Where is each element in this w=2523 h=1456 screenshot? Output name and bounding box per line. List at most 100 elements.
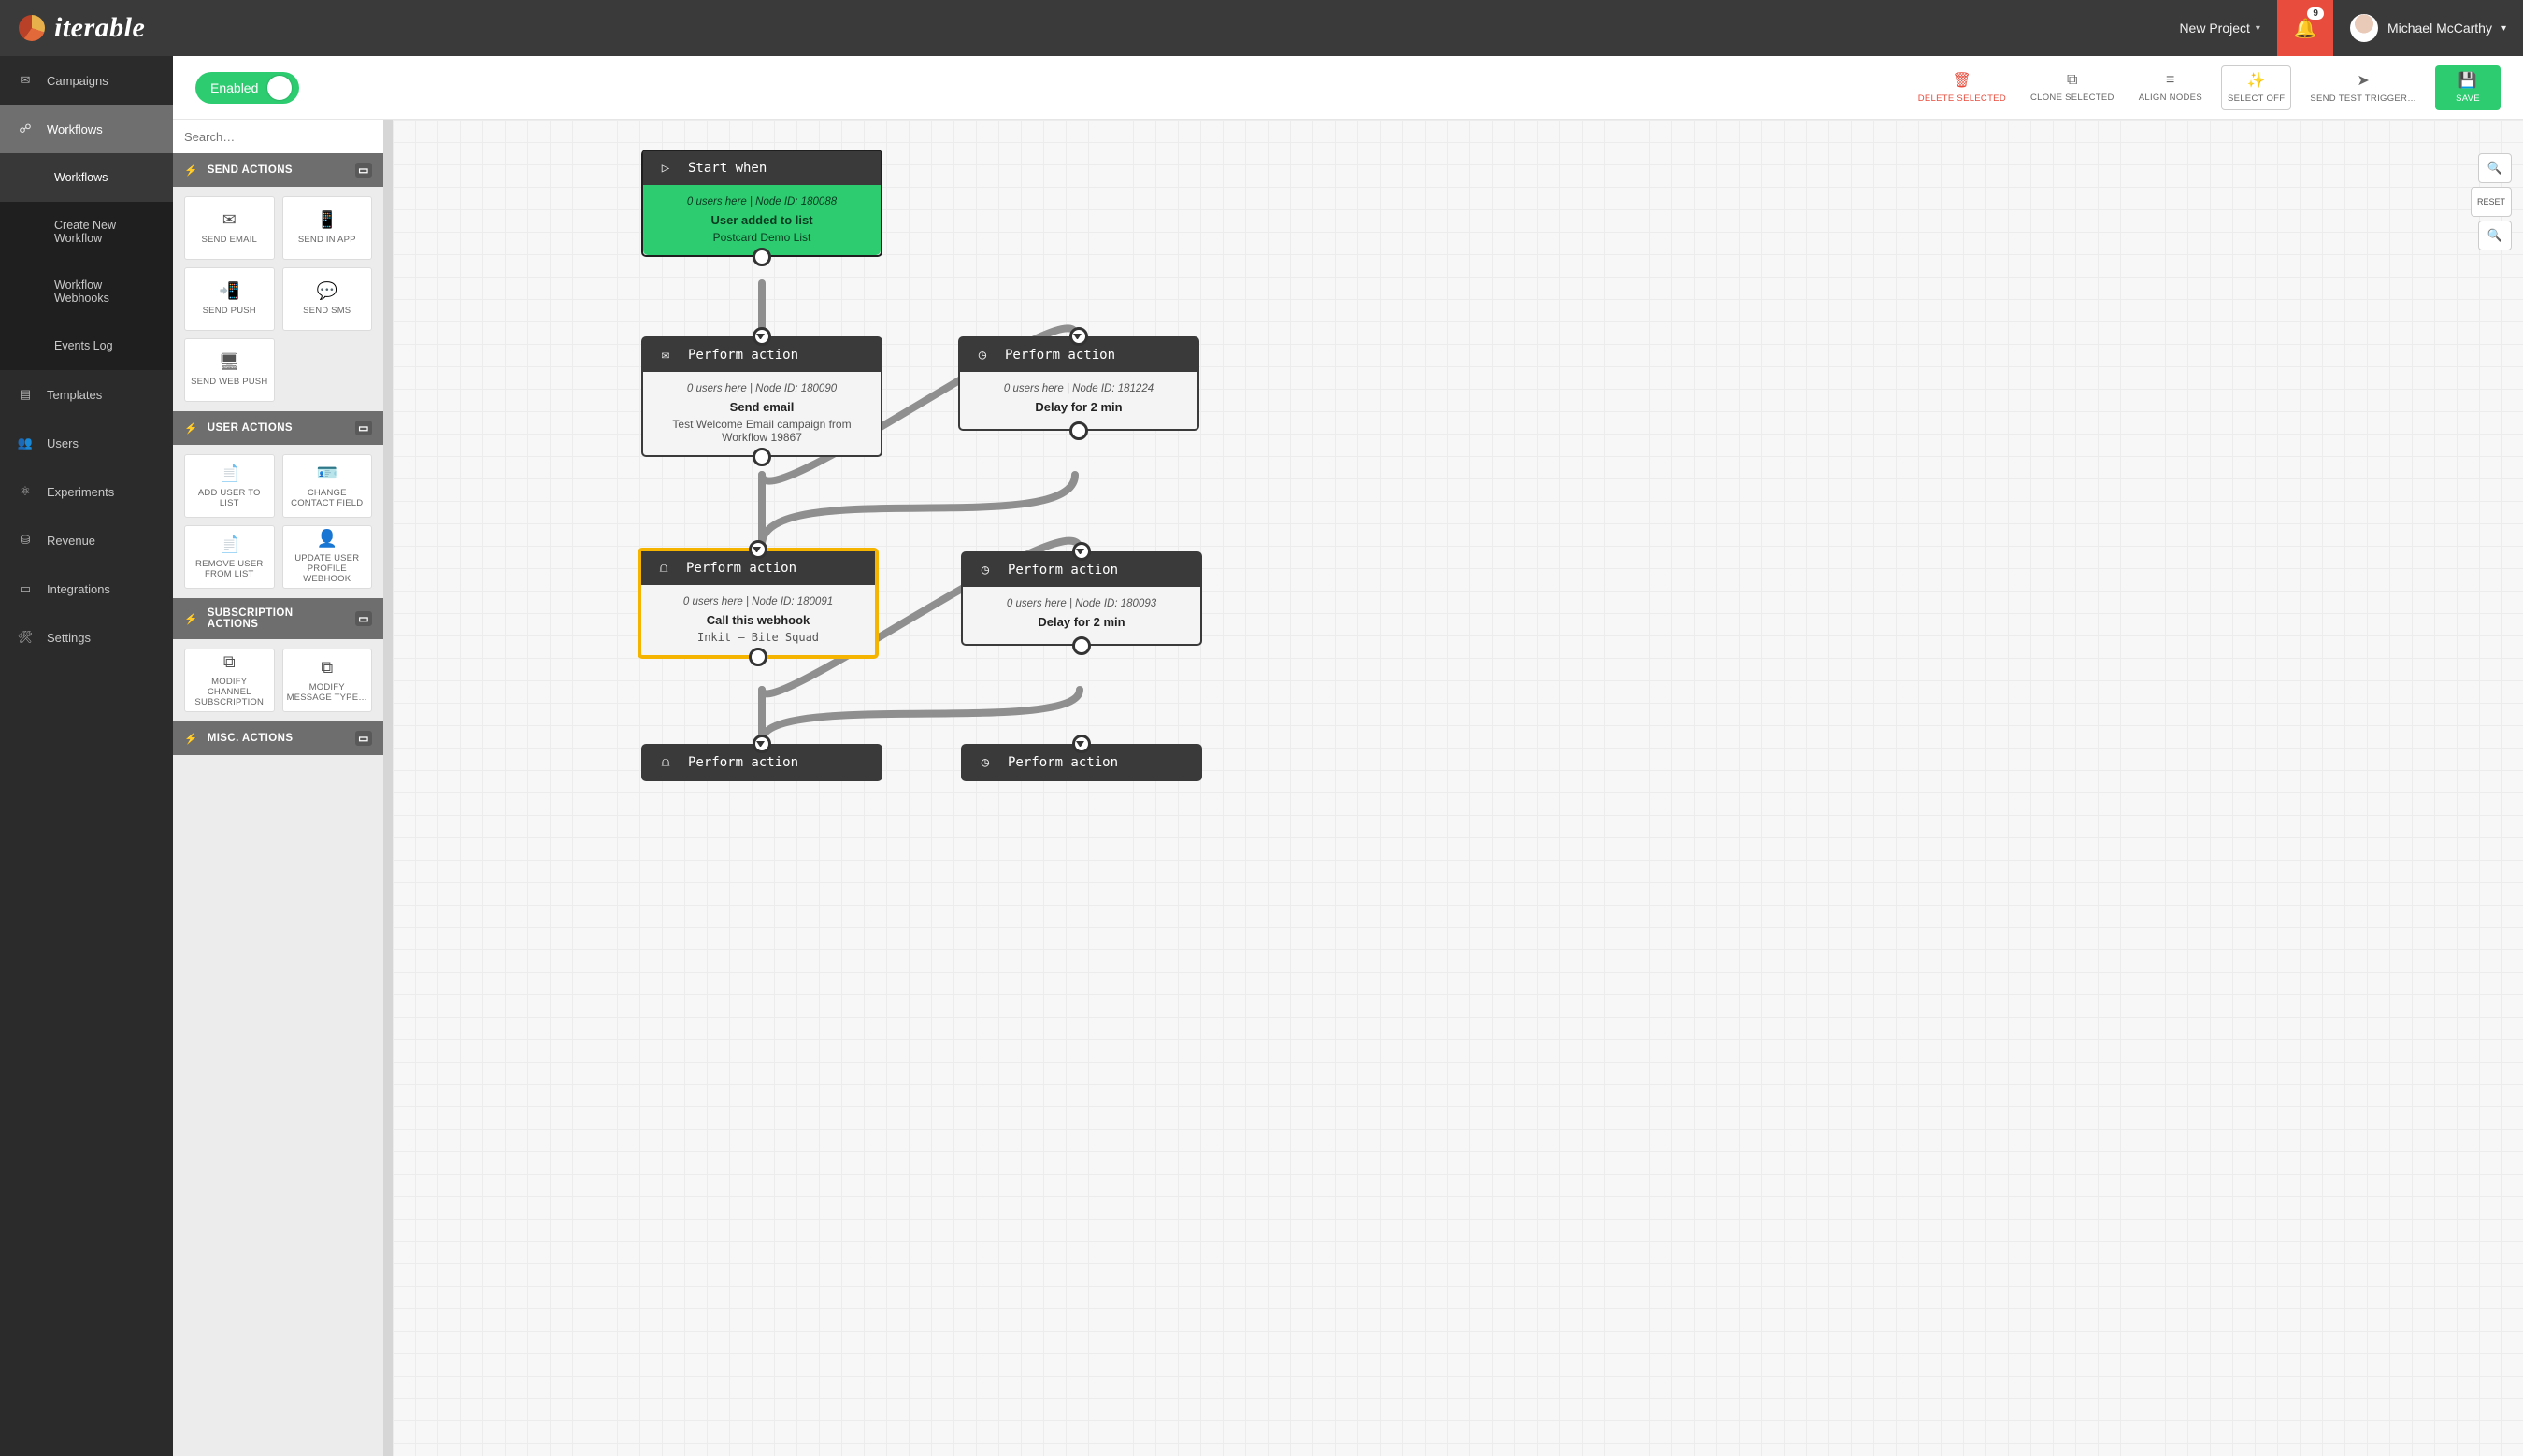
tile-add-user-to-list[interactable]: 📄 ADD USER TO LIST bbox=[184, 454, 275, 518]
port-in[interactable] bbox=[1072, 735, 1091, 753]
subnav-label: Create New Workflow bbox=[54, 219, 156, 245]
node-meta: 0 users here | Node ID: 180091 bbox=[654, 596, 862, 607]
zoom-out-icon: 🔍 bbox=[2487, 228, 2502, 243]
section-user-actions[interactable]: ⚡ USER ACTIONS ▭ bbox=[173, 411, 383, 445]
tool-label: CLONE SELECTED bbox=[2030, 93, 2114, 103]
clone-icon: ⧉ bbox=[2067, 72, 2078, 89]
node-start[interactable]: ▷ Start when 0 users here | Node ID: 180… bbox=[641, 150, 882, 257]
node-meta: 0 users here | Node ID: 180090 bbox=[656, 383, 867, 394]
port-out[interactable] bbox=[753, 248, 771, 266]
port-out[interactable] bbox=[1069, 421, 1088, 440]
node-delay-1[interactable]: ◷ Perform action 0 users here | Node ID:… bbox=[958, 336, 1199, 431]
subnav-events-log[interactable]: Events Log bbox=[0, 321, 173, 370]
section-send-actions[interactable]: ⚡ SEND ACTIONS ▭ bbox=[173, 153, 383, 187]
delete-selected-button[interactable]: 🗑 DELETE SELECTED bbox=[1913, 65, 2012, 110]
nav-integrations[interactable]: ▭ Integrations bbox=[0, 564, 173, 613]
collapse-icon[interactable]: ▭ bbox=[355, 731, 372, 746]
port-out[interactable] bbox=[749, 648, 767, 666]
align-nodes-button[interactable]: ≡ ALIGN NODES bbox=[2133, 65, 2208, 110]
nav-templates[interactable]: ▤ Templates bbox=[0, 370, 173, 419]
nav-experiments[interactable]: ⚛ Experiments bbox=[0, 467, 173, 516]
save-button[interactable]: 💾 SAVE bbox=[2435, 65, 2501, 110]
tile-send-sms[interactable]: 💬 SEND SMS bbox=[282, 267, 373, 331]
subnav-create-workflow[interactable]: Create New Workflow bbox=[0, 202, 173, 262]
port-in[interactable] bbox=[753, 735, 771, 753]
tile-send-in-app[interactable]: 📱 SEND IN APP bbox=[282, 196, 373, 260]
section-misc-actions[interactable]: ⚡ MISC. ACTIONS ▭ bbox=[173, 721, 383, 755]
tile-send-email[interactable]: ✉ SEND EMAIL bbox=[184, 196, 275, 260]
port-in[interactable] bbox=[749, 540, 767, 559]
toggle-knob bbox=[267, 76, 292, 100]
section-title: MISC. ACTIONS bbox=[208, 733, 294, 744]
port-in[interactable] bbox=[753, 327, 771, 346]
send-test-trigger-button[interactable]: ➤ SEND TEST TRIGGER… bbox=[2304, 65, 2422, 110]
tile-send-web-push[interactable]: 🖥 SEND WEB PUSH bbox=[184, 338, 275, 402]
brand-logo[interactable]: iterable bbox=[19, 12, 145, 44]
zoom-reset-button[interactable]: RESET bbox=[2471, 187, 2512, 217]
bolt-icon: ⚡ bbox=[184, 612, 198, 625]
project-dropdown[interactable]: New Project ▾ bbox=[2162, 0, 2277, 56]
port-out[interactable] bbox=[1072, 636, 1091, 655]
tile-label: CHANGE CONTACT FIELD bbox=[283, 489, 372, 509]
money-icon: ⛁ bbox=[17, 533, 34, 548]
bolt-icon: ⚡ bbox=[184, 164, 198, 177]
tile-update-user-profile-webhook[interactable]: 👤 UPDATE USER PROFILE WEBHOOK bbox=[282, 525, 373, 589]
save-icon: 💾 bbox=[2458, 71, 2477, 90]
chat-icon: 💬 bbox=[317, 281, 337, 301]
scrollbar-thumb[interactable] bbox=[384, 153, 392, 196]
node-action-7[interactable]: ◷ Perform action bbox=[961, 744, 1202, 781]
node-action-6[interactable]: ⩍ Perform action bbox=[641, 744, 882, 781]
nav-users[interactable]: 👥 Users bbox=[0, 419, 173, 467]
tile-remove-user-from-list[interactable]: 📄 REMOVE USER FROM LIST bbox=[184, 525, 275, 589]
node-title: Delay for 2 min bbox=[973, 400, 1184, 414]
nav-workflows[interactable]: ☍ Workflows bbox=[0, 105, 173, 153]
workspace: Enabled 🗑 DELETE SELECTED ⧉ CLONE SELECT… bbox=[173, 56, 2523, 1456]
tile-modify-channel-subscription[interactable]: ⧉ MODIFY CHANNEL SUBSCRIPTION bbox=[184, 649, 275, 712]
tile-label: REMOVE USER FROM LIST bbox=[185, 560, 274, 580]
envelope-icon: ✉ bbox=[222, 210, 237, 230]
node-call-webhook[interactable]: ⩍ Perform action 0 users here | Node ID:… bbox=[638, 548, 879, 659]
user-menu[interactable]: Michael McCarthy ▾ bbox=[2333, 0, 2523, 56]
left-nav: ✉ Campaigns ☍ Workflows Workflows Create… bbox=[0, 56, 173, 1456]
section-subscription-actions[interactable]: ⚡ SUBSCRIPTION ACTIONS ▭ bbox=[173, 598, 383, 639]
subnav-workflows[interactable]: Workflows bbox=[0, 153, 173, 202]
clock-icon: ◷ bbox=[976, 563, 995, 578]
section-title: USER ACTIONS bbox=[208, 422, 293, 434]
nav-campaigns[interactable]: ✉ Campaigns bbox=[0, 56, 173, 105]
nav-revenue[interactable]: ⛁ Revenue bbox=[0, 516, 173, 564]
palette-search-input[interactable] bbox=[173, 120, 383, 153]
subnav-workflow-webhooks[interactable]: Workflow Webhooks bbox=[0, 262, 173, 321]
tile-modify-message-type[interactable]: ⧉ MODIFY MESSAGE TYPE… bbox=[282, 649, 373, 712]
tile-change-contact-field[interactable]: 🪪 CHANGE CONTACT FIELD bbox=[282, 454, 373, 518]
nav-settings[interactable]: 🛠 Settings bbox=[0, 613, 173, 662]
collapse-icon[interactable]: ▭ bbox=[355, 611, 372, 626]
workflow-canvas[interactable]: 🔍 RESET 🔍 ▷ Start when bbox=[393, 120, 2523, 1456]
tool-label: SELECT OFF bbox=[2228, 93, 2285, 104]
contact-icon: 🪪 bbox=[317, 464, 337, 483]
node-delay-2[interactable]: ◷ Perform action 0 users here | Node ID:… bbox=[961, 551, 1202, 646]
tile-label: SEND IN APP bbox=[294, 236, 360, 246]
zoom-out-button[interactable]: 🔍 bbox=[2478, 221, 2512, 250]
collapse-icon[interactable]: ▭ bbox=[355, 163, 372, 178]
notification-count: 9 bbox=[2307, 7, 2324, 20]
notifications-button[interactable]: 🔔 9 bbox=[2277, 0, 2333, 56]
enabled-toggle[interactable]: Enabled bbox=[195, 72, 299, 104]
clone-selected-button[interactable]: ⧉ CLONE SELECTED bbox=[2025, 65, 2120, 110]
zoom-in-button[interactable]: 🔍 bbox=[2478, 153, 2512, 183]
node-header: Perform action bbox=[1005, 348, 1115, 363]
select-off-button[interactable]: ✨ SELECT OFF bbox=[2221, 65, 2291, 110]
node-sub: Postcard Demo List bbox=[656, 231, 867, 244]
node-header: Perform action bbox=[688, 755, 798, 770]
tile-send-push[interactable]: 📲 SEND PUSH bbox=[184, 267, 275, 331]
send-actions-grid: ✉ SEND EMAIL 📱 SEND IN APP 📲 SEND PUSH 💬… bbox=[173, 187, 383, 411]
tool-label: SEND TEST TRIGGER… bbox=[2310, 93, 2416, 104]
bell-icon: 🔔 bbox=[2293, 17, 2316, 40]
node-send-email[interactable]: ✉ Perform action 0 users here | Node ID:… bbox=[641, 336, 882, 457]
port-in[interactable] bbox=[1072, 542, 1091, 561]
port-out[interactable] bbox=[753, 448, 771, 466]
collapse-icon[interactable]: ▭ bbox=[355, 421, 372, 435]
device-icon: 📲 bbox=[219, 281, 239, 301]
port-in[interactable] bbox=[1069, 327, 1088, 346]
nav-label: Settings bbox=[47, 631, 91, 645]
tool-label: DELETE SELECTED bbox=[1918, 93, 2006, 104]
